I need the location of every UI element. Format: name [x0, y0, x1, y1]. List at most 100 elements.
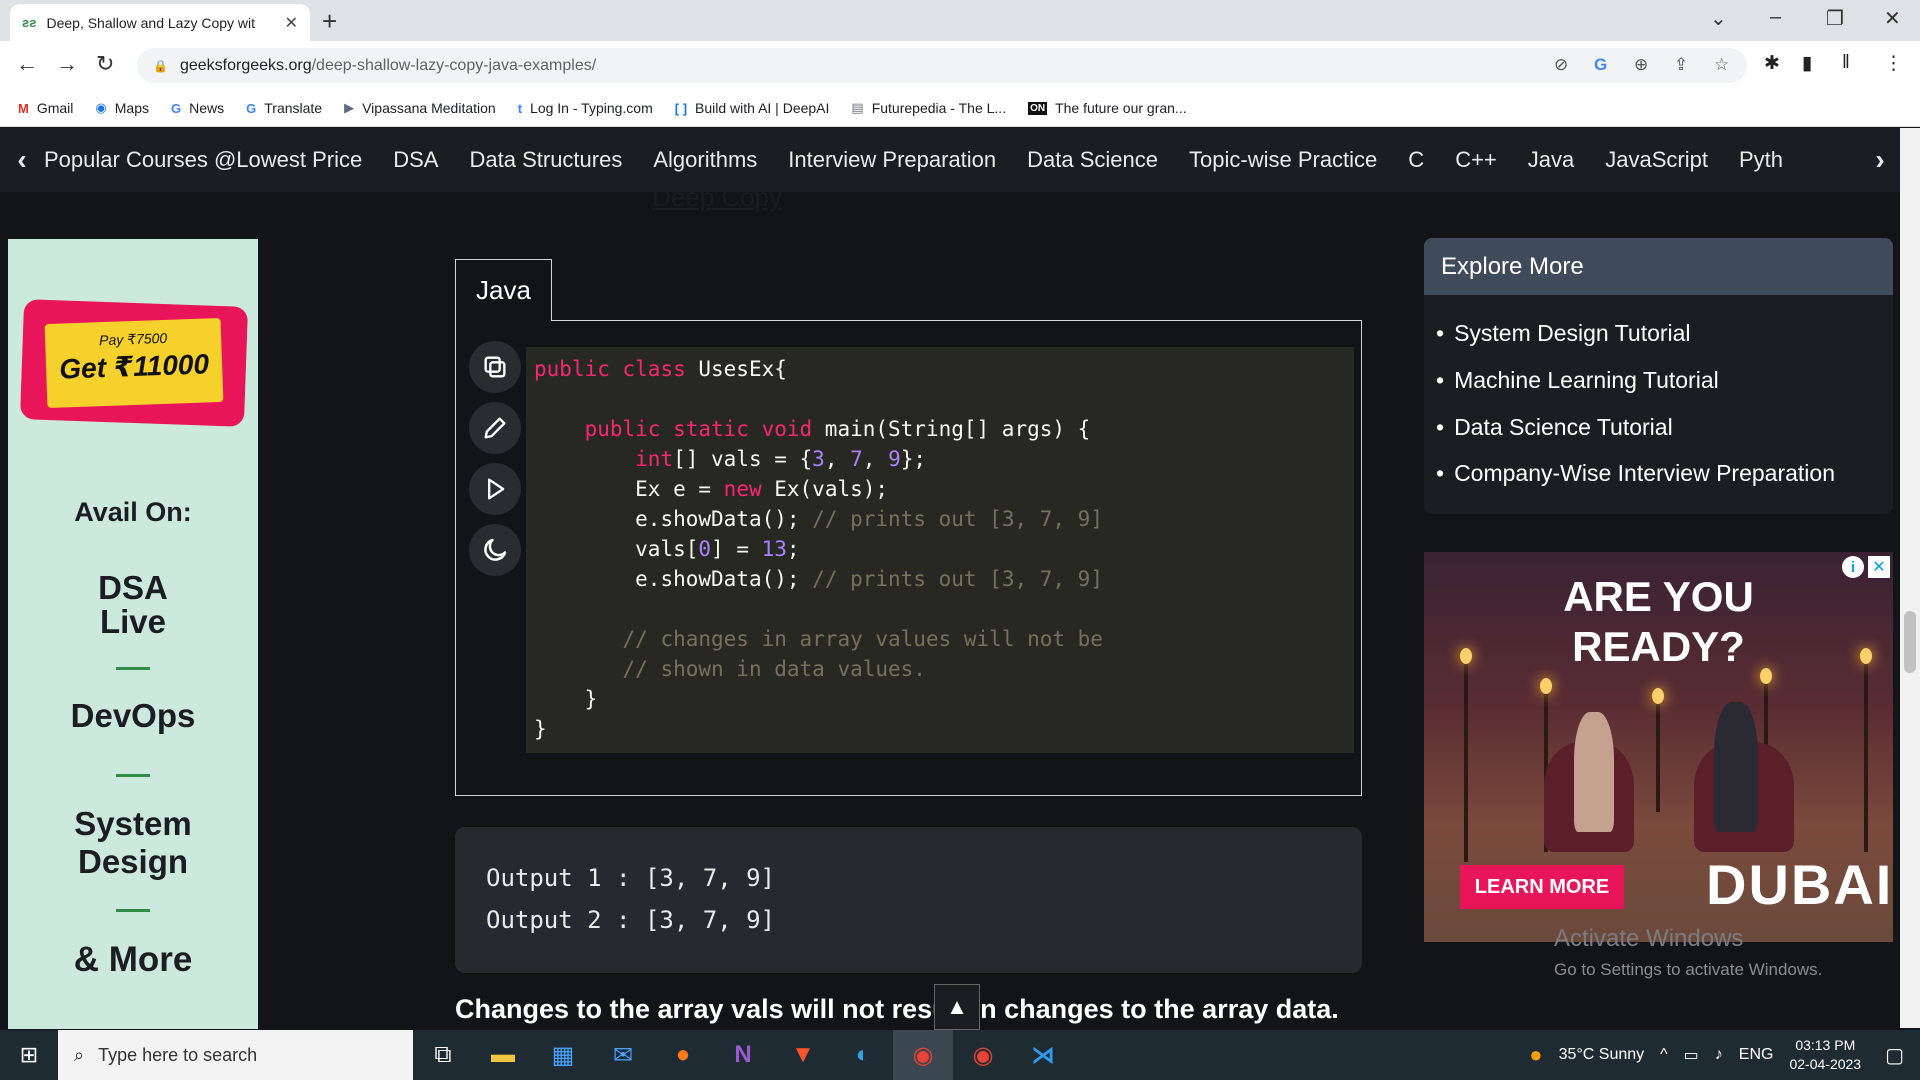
battery-icon[interactable]: ▭ [1684, 1045, 1699, 1065]
window-close-icon[interactable]: ✕ [1884, 6, 1901, 31]
ad-info-icon[interactable]: i [1842, 556, 1864, 578]
minimize-icon[interactable]: – [1770, 6, 1781, 29]
site-nav-bar: ‹ Popular Courses @Lowest Price DSA Data… [0, 128, 1900, 192]
explore-link-interview-prep[interactable]: Company-Wise Interview Preparation [1436, 460, 1835, 487]
nav-item-cpp[interactable]: C++ [1455, 147, 1497, 173]
edge-icon[interactable]: ◐ [833, 1030, 893, 1080]
nav-right-chevron-icon[interactable]: › [1860, 128, 1900, 192]
language-indicator[interactable]: ENG [1739, 1046, 1774, 1064]
bookmark-gmail[interactable]: M Gmail [18, 100, 73, 116]
bookmark-translate[interactable]: G Translate [246, 100, 322, 116]
camera-blocked-icon[interactable]: ⊘ [1554, 55, 1568, 75]
weather-text[interactable]: 35°C Sunny [1559, 1046, 1645, 1064]
taskbar-clock[interactable]: 03:13 PM 02-04-2023 [1789, 1036, 1861, 1074]
clock-time: 03:13 PM [1795, 1037, 1856, 1053]
brave-icon[interactable]: ▼ [773, 1030, 833, 1080]
browser-menu-icon[interactable]: ⋮ [1884, 52, 1903, 75]
new-tab-icon[interactable]: + [322, 6, 337, 37]
ad-system: System [74, 805, 192, 842]
ad-torch [1464, 662, 1468, 862]
bookmark-news[interactable]: G News [171, 100, 224, 116]
dubai-ad[interactable]: ARE YOU READY? LEARN MORE DUBAI i ✕ [1424, 552, 1893, 942]
volume-icon[interactable]: ♪ [1715, 1046, 1723, 1064]
side-panel-icon[interactable]: ▮ [1802, 52, 1812, 75]
tray-chevron-icon[interactable]: ^ [1660, 1046, 1668, 1064]
run-code-button[interactable] [469, 463, 521, 515]
share-icon[interactable]: ⇪ [1674, 55, 1688, 75]
bookmark-maps[interactable]: ◉ Maps [95, 100, 149, 116]
nav-item-courses[interactable]: Popular Courses @Lowest Price [44, 147, 362, 173]
chrome-icon[interactable]: ◉ [893, 1030, 953, 1080]
learn-more-button[interactable]: LEARN MORE [1460, 865, 1624, 909]
bookmark-label: Log In - Typing.com [530, 100, 653, 116]
explore-link-system-design[interactable]: System Design Tutorial [1436, 320, 1690, 347]
windows-start-icon[interactable]: ⊞ [0, 1030, 58, 1080]
scroll-to-top-button[interactable]: ▲ [934, 984, 980, 1030]
tab-search-chevron-icon[interactable]: ⌄ [1710, 6, 1727, 31]
ad-woman [1574, 712, 1614, 832]
code-line-3: int[] vals = {3, 7, 9}; [635, 447, 927, 471]
code-line-11: } [534, 717, 547, 741]
vscode-icon[interactable]: ⋊ [1013, 1030, 1073, 1080]
firefox-icon[interactable]: ● [653, 1030, 713, 1080]
theme-toggle-button[interactable] [469, 524, 521, 576]
nav-item-c[interactable]: C [1408, 147, 1424, 173]
code-line-6: vals[0] = 13; [635, 537, 800, 561]
code-line-4: Ex e = new Ex(vals); [635, 477, 889, 501]
scrollbar-thumb[interactable] [1904, 611, 1916, 673]
copy-code-button[interactable] [469, 341, 521, 393]
zoom-icon[interactable]: ⊕ [1634, 55, 1648, 75]
deep-copy-link[interactable]: Deep Copy [652, 182, 782, 213]
output-line-2: Output 2 : [3, 7, 9] [486, 906, 775, 934]
ad-get-price: Get ₹11000 [58, 348, 210, 385]
nav-item-interview[interactable]: Interview Preparation [788, 147, 996, 173]
tab-title: Deep, Shallow and Lazy Copy wit [46, 14, 256, 31]
bookmark-vipassana[interactable]: ▶ Vipassana Meditation [344, 100, 496, 116]
explore-link-machine-learning[interactable]: Machine Learning Tutorial [1436, 367, 1719, 394]
ad-torch [1864, 662, 1868, 852]
edit-code-button[interactable] [469, 402, 521, 454]
restore-icon[interactable]: ❐ [1826, 6, 1844, 31]
nav-item-practice[interactable]: Topic-wise Practice [1189, 147, 1377, 173]
system-tray: ● 35°C Sunny ^ ▭ ♪ ENG 03:13 PM 02-04-20… [1529, 1030, 1920, 1080]
translate-icon: G [246, 100, 257, 116]
microsoft-store-icon[interactable]: ▦ [533, 1030, 593, 1080]
bookmark-typing[interactable]: t Log In - Typing.com [518, 100, 653, 116]
back-icon[interactable]: ← [16, 51, 38, 77]
reload-icon[interactable]: ↻ [96, 51, 114, 77]
nav-item-python[interactable]: Pyth [1739, 147, 1783, 173]
nav-item-data-science[interactable]: Data Science [1027, 147, 1158, 173]
onenote-icon[interactable]: N [713, 1030, 773, 1080]
file-explorer-icon[interactable]: ▬ [473, 1030, 533, 1080]
nav-item-java[interactable]: Java [1528, 147, 1574, 173]
google-lens-icon[interactable]: G [1594, 55, 1607, 75]
ad-divider [116, 774, 150, 777]
bookmark-futurepedia[interactable]: ▤ Futurepedia - The L... [851, 100, 1006, 116]
close-tab-icon[interactable]: ✕ [285, 13, 298, 33]
bookmark-deepai[interactable]: [ ] Build with AI | DeepAI [675, 100, 830, 116]
nav-item-dsa[interactable]: DSA [393, 147, 438, 173]
extensions-puzzle-icon[interactable]: ✱ [1764, 52, 1780, 75]
extension-icon[interactable]: ‖ [1842, 52, 1850, 74]
bookmark-star-icon[interactable]: ☆ [1714, 55, 1729, 75]
lock-icon: 🔒 [153, 58, 168, 73]
notifications-icon[interactable]: ▢ [1885, 1043, 1904, 1068]
left-course-ad[interactable]: Pay ₹7500 Get ₹11000 Avail On: DSA Live … [8, 239, 258, 1029]
nav-left-chevron-icon[interactable]: ‹ [0, 144, 44, 176]
explore-link-data-science[interactable]: Data Science Tutorial [1436, 414, 1673, 441]
taskbar-search-input[interactable]: ⌕ Type here to search [58, 1030, 413, 1080]
browser-tab-active[interactable]: ƨƨ Deep, Shallow and Lazy Copy wit ✕ [10, 4, 310, 41]
task-view-icon[interactable]: ⧉ [413, 1030, 473, 1080]
ad-headline-line-1: ARE YOU [1563, 573, 1754, 620]
url-input[interactable]: 🔒 geeksforgeeks.org/deep-shallow-lazy-co… [137, 48, 1747, 83]
nav-item-javascript[interactable]: JavaScript [1605, 147, 1708, 173]
chrome-profile-icon[interactable]: ◉ [953, 1030, 1013, 1080]
forward-icon[interactable]: → [56, 51, 78, 77]
mail-icon[interactable]: ✉ [593, 1030, 653, 1080]
ad-close-icon[interactable]: ✕ [1868, 556, 1890, 578]
tab-java[interactable]: Java [455, 259, 552, 321]
page-scrollbar[interactable] [1900, 128, 1920, 1028]
nav-item-data-structures[interactable]: Data Structures [470, 147, 623, 173]
nav-item-algorithms[interactable]: Algorithms [653, 147, 757, 173]
bookmark-future[interactable]: ON The future our gran... [1028, 100, 1187, 116]
